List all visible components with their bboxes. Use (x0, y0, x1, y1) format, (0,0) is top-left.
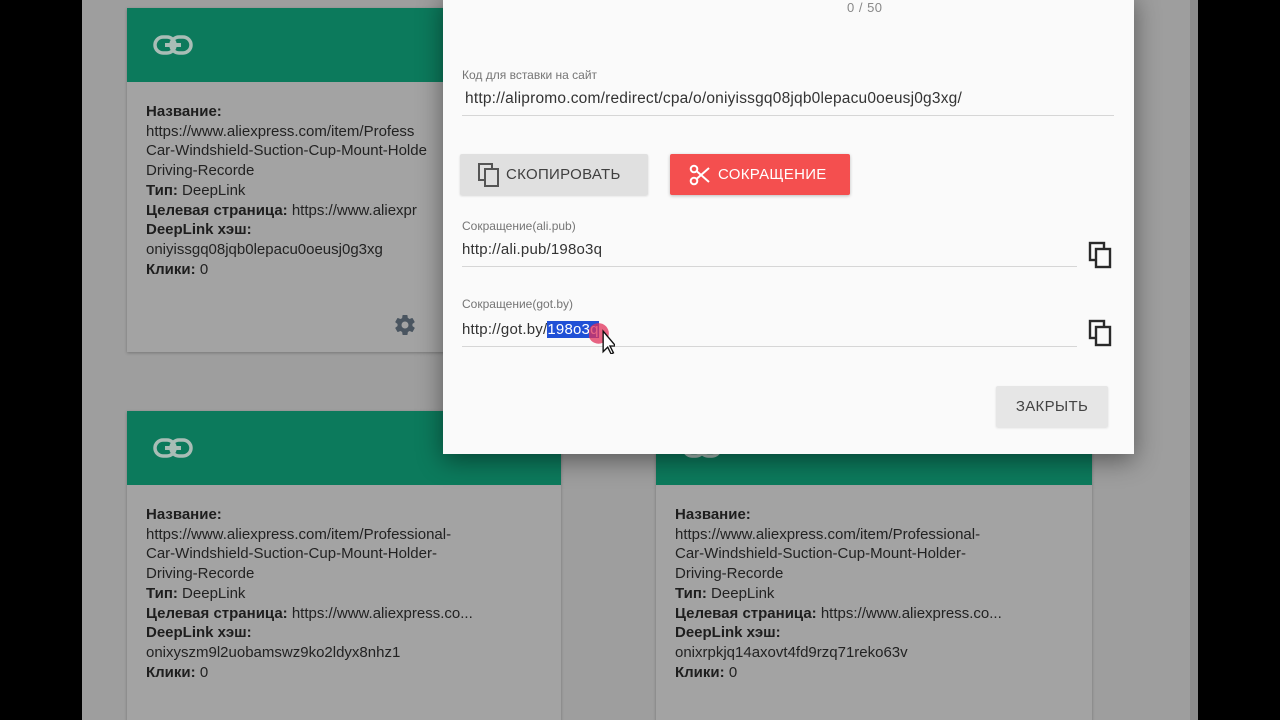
char-counter: 0 / 50 (847, 0, 883, 15)
clicks-value: 0 (199, 663, 209, 681)
gear-icon[interactable] (393, 313, 417, 337)
target-label: Целевая страница: (146, 604, 288, 622)
type-value: DeepLink (711, 584, 775, 602)
target-label: Целевая страница: (146, 201, 288, 219)
name-label: Название: (146, 103, 222, 120)
name-line: Driving-Recorde (675, 565, 784, 583)
name-label: Название: (675, 506, 751, 523)
embed-code-label: Код для вставки на сайт (462, 68, 598, 82)
link-card: Название: https://www.aliexpress.com/ite… (656, 411, 1092, 720)
clicks-label: Клики: (146, 260, 196, 278)
gotby-label: Сокращение(got.by) (462, 297, 574, 311)
shorten-button-label: СОКРАЩЕНИЕ (718, 166, 827, 183)
close-button-label: ЗАКРЫТЬ (1015, 398, 1089, 415)
alipub-value[interactable]: http://ali.pub/198o3q (462, 241, 602, 258)
link-dialog: 0 / 50 Код для вставки на сайт http://al… (443, 0, 1134, 454)
scissors-icon (689, 164, 710, 185)
alipub-field[interactable]: Сокращение(ali.pub) http://ali.pub/198o3… (462, 219, 1077, 267)
target-value: https://www.aliexpress.co... (291, 604, 473, 622)
field-underline (462, 266, 1077, 267)
hash-value: onixrpkjq14axovt4fd9rzq71reko63v (675, 643, 908, 661)
type-label: Тип: (146, 181, 178, 199)
hash-label: DeepLink хэш: (146, 624, 252, 642)
type-label: Тип: (146, 584, 178, 602)
embed-code-field[interactable]: Код для вставки на сайт http://alipromo.… (462, 68, 1114, 116)
copy-button-label: СКОПИРОВАТЬ (506, 166, 621, 183)
link-icon (153, 35, 193, 55)
name-line: Driving-Recorde (146, 565, 255, 583)
link-icon (153, 438, 193, 458)
name-label: Название: (146, 506, 222, 523)
target-value: https://www.aliexpr (291, 201, 417, 219)
card-details: Название: https://www.aliexpress.com/ite… (675, 505, 1082, 682)
copy-icon[interactable] (1088, 241, 1114, 269)
copy-icon (478, 162, 499, 187)
name-line: Car-Windshield-Suction-Cup-Mount-Holder- (146, 545, 437, 563)
close-button[interactable]: ЗАКРЫТЬ (996, 386, 1108, 427)
clicks-label: Клики: (675, 663, 725, 681)
card-details: Название: https://www.aliexpress.com/ite… (146, 505, 551, 682)
copy-icon[interactable] (1088, 319, 1114, 347)
type-value: DeepLink (182, 181, 246, 199)
gotby-prefix: http://got.by/ (462, 321, 548, 338)
page-scrollbar[interactable] (1190, 0, 1198, 720)
field-underline (462, 346, 1077, 347)
hash-value: onixyszm9l2uobamswz9ko2ldyx8nhz1 (146, 643, 401, 661)
letterbox-right (1198, 0, 1280, 720)
embed-code-value[interactable]: http://alipromo.com/redirect/cpa/o/oniyi… (465, 90, 962, 108)
clicks-value: 0 (199, 260, 209, 278)
type-label: Тип: (675, 584, 707, 602)
shorten-button[interactable]: СОКРАЩЕНИЕ (670, 154, 850, 195)
hash-label: DeepLink хэш: (675, 624, 781, 642)
letterbox-left (0, 0, 82, 720)
name-line: https://www.aliexpress.com/item/Professi… (675, 525, 981, 543)
type-value: DeepLink (182, 584, 246, 602)
clicks-value: 0 (728, 663, 738, 681)
clicks-label: Клики: (146, 663, 196, 681)
mouse-cursor-icon (589, 323, 615, 354)
link-card: Название: https://www.aliexpress.com/ite… (127, 411, 561, 720)
hash-label: DeepLink хэш: (146, 221, 252, 239)
name-line: https://www.aliexpress.com/item/Professi… (146, 525, 452, 543)
copy-button[interactable]: СКОПИРОВАТЬ (460, 154, 648, 195)
alipub-label: Сокращение(ali.pub) (462, 219, 576, 233)
gotby-field[interactable]: Сокращение(got.by) http://got.by/198o3q (462, 297, 1077, 347)
field-underline (462, 115, 1114, 116)
gotby-value[interactable]: http://got.by/198o3q (462, 321, 599, 338)
target-value: https://www.aliexpress.co... (820, 604, 1002, 622)
name-line: Car-Windshield-Suction-Cup-Mount-Holder- (675, 545, 966, 563)
target-label: Целевая страница: (675, 604, 817, 622)
